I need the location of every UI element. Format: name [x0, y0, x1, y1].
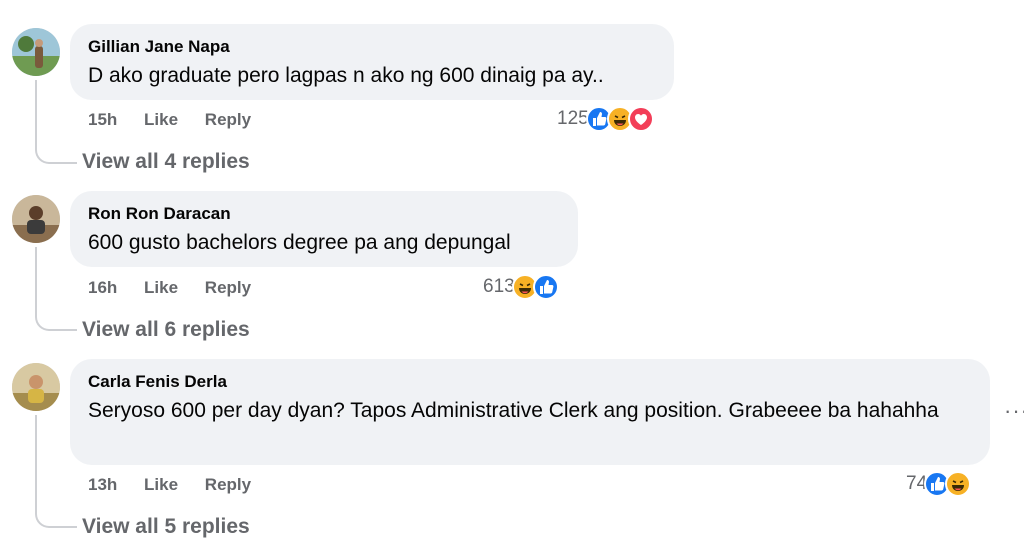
timestamp[interactable]: 15h: [88, 110, 117, 129]
like-button[interactable]: Like: [144, 110, 178, 129]
reaction-count: 613: [483, 276, 515, 297]
like-button[interactable]: Like: [144, 278, 178, 297]
comment-actions: 13h Like Reply: [88, 475, 273, 495]
reply-button[interactable]: Reply: [205, 475, 251, 494]
comment-text: D ako graduate pero lagpas n ako ng 600 …: [88, 64, 604, 87]
avatar[interactable]: [12, 195, 60, 243]
comment-text: Seryoso 600 per day dyan? Tapos Administ…: [88, 399, 939, 422]
avatar[interactable]: [12, 28, 60, 76]
more-options-icon[interactable]: ···: [1004, 398, 1024, 424]
like-icon: [532, 274, 559, 300]
comment-actions: 16h Like Reply: [88, 278, 273, 298]
view-replies-link[interactable]: View all 5 replies: [82, 515, 250, 539]
timestamp[interactable]: 16h: [88, 278, 117, 297]
reply-button[interactable]: Reply: [205, 278, 251, 297]
like-button[interactable]: Like: [144, 475, 178, 494]
avatar-photo-icon: [12, 363, 60, 411]
thread-line: [35, 247, 77, 331]
comment-bubble: Gillian Jane Napa D ako graduate pero la…: [70, 24, 674, 100]
thread-line: [35, 80, 77, 164]
haha-icon: [945, 471, 972, 497]
avatar-photo-icon: [12, 28, 60, 76]
view-replies-link[interactable]: View all 6 replies: [82, 318, 250, 342]
author-name[interactable]: Gillian Jane Napa: [88, 36, 656, 58]
avatar-photo-icon: [12, 195, 60, 243]
comment-bubble: Ron Ron Daracan 600 gusto bachelors degr…: [70, 191, 578, 267]
comment-text: 600 gusto bachelors degree pa ang depung…: [88, 231, 511, 254]
reply-button[interactable]: Reply: [205, 110, 251, 129]
love-icon: [627, 106, 654, 132]
comment-actions: 15h Like Reply: [88, 110, 273, 130]
author-name[interactable]: Ron Ron Daracan: [88, 203, 560, 225]
reaction-summary[interactable]: 125: [557, 106, 654, 132]
timestamp[interactable]: 13h: [88, 475, 117, 494]
reaction-summary[interactable]: 613: [483, 274, 559, 300]
reaction-count: 125: [557, 108, 589, 129]
author-name[interactable]: Carla Fenis Derla: [88, 371, 972, 393]
comment-bubble: Carla Fenis Derla Seryoso 600 per day dy…: [70, 359, 990, 465]
view-replies-link[interactable]: View all 4 replies: [82, 150, 250, 174]
avatar[interactable]: [12, 363, 60, 411]
reaction-summary[interactable]: 74: [906, 471, 972, 497]
